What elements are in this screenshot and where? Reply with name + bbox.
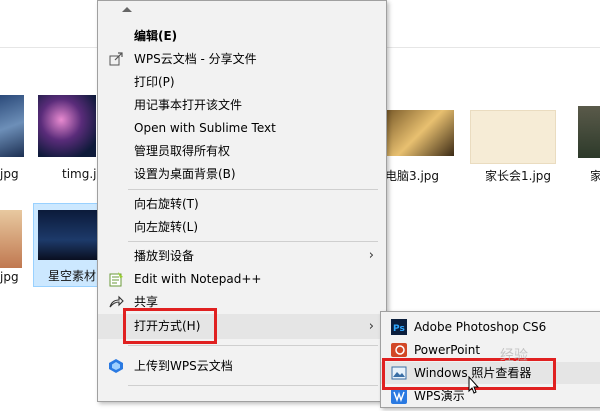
menu-separator (128, 385, 378, 386)
menu-item-open-notepad[interactable]: 用记事本打开该文件 (98, 94, 386, 116)
menu-item-edit[interactable]: 编辑(E) (98, 25, 386, 47)
menu-item-rotate-left[interactable]: 向左旋转(L) (98, 216, 386, 238)
menu-item-rotate-right[interactable]: 向右旋转(T) (98, 193, 386, 215)
menu-item-take-ownership[interactable]: 管理员取得所有权 (98, 140, 386, 162)
menu-item-label: 用记事本打开该文件 (134, 98, 243, 112)
menu-separator (128, 345, 378, 346)
svg-text:Ps: Ps (393, 324, 405, 334)
menu-item-label: Edit with Notepad++ (134, 272, 262, 286)
thumbnail-left-2[interactable] (0, 210, 22, 268)
menu-item-set-wallpaper[interactable]: 设置为桌面背景(B) (98, 163, 386, 185)
share-icon (108, 51, 124, 67)
menu-item-print[interactable]: 打印(P) (98, 71, 386, 93)
menu-item-label: 管理员取得所有权 (134, 144, 231, 158)
file-name[interactable]: 家 (590, 167, 600, 184)
thumbnail-timg[interactable] (38, 95, 96, 157)
menu-item-label: 打印(P) (134, 75, 175, 89)
submenu-arrow-icon: › (368, 319, 374, 334)
menu-item-label: WPS云文档 - 分享文件 (134, 52, 257, 66)
photoshop-icon: Ps (391, 319, 407, 335)
share-arrow-icon (108, 294, 124, 310)
submenu-item-photoshop[interactable]: Ps Adobe Photoshop CS6 (381, 316, 600, 338)
menu-item-label: 播放到设备 (134, 249, 195, 263)
watermark: 经验 (500, 348, 528, 364)
menu-item-label: Open with Sublime Text (134, 121, 276, 135)
thumbnail-parents-meeting[interactable] (470, 110, 556, 164)
wps-show-icon (391, 388, 407, 404)
context-menu: 编辑(E) WPS云文档 - 分享文件 打印(P) 用记事本打开该文件 Open… (97, 0, 387, 402)
menu-item-sublime[interactable]: Open with Sublime Text (98, 117, 386, 139)
file-name[interactable]: jpg (0, 270, 19, 284)
wps-cloud-icon (108, 358, 124, 374)
powerpoint-icon (391, 342, 407, 358)
menu-item-wps-share[interactable]: WPS云文档 - 分享文件 (98, 48, 386, 70)
menu-item-upload-wps[interactable]: 上传到WPS云文档 (98, 355, 386, 377)
menu-item-label: 向右旋转(T) (134, 197, 199, 211)
submenu-item-label: Adobe Photoshop CS6 (414, 320, 547, 334)
menu-item-label: 向左旋转(L) (134, 220, 199, 234)
thumbnail-starry-sky[interactable] (38, 210, 98, 260)
file-name[interactable]: jpg (0, 167, 19, 181)
menu-item-notepadpp[interactable]: Edit with Notepad++ (98, 268, 386, 290)
file-name[interactable]: 星空素材 (48, 267, 96, 284)
menu-item-cast-to-device[interactable]: 播放到设备 › (98, 245, 386, 267)
menu-separator (128, 241, 378, 242)
menu-item-label: 上传到WPS云文档 (134, 359, 233, 373)
highlight-box-open-with (123, 308, 217, 344)
mouse-cursor-icon (468, 375, 480, 394)
menu-item-label: 编辑(E) (134, 29, 178, 43)
notepadpp-icon (108, 271, 124, 287)
file-name[interactable]: 家长会1.jpg (485, 167, 551, 184)
file-name[interactable]: 电脑3.jpg (385, 167, 439, 184)
thumbnail-computer3[interactable] (386, 110, 454, 156)
scroll-up-arrow-icon[interactable] (122, 7, 132, 12)
thumbnail-left-1[interactable] (0, 95, 24, 157)
thumbnail-right-edge[interactable] (578, 106, 600, 158)
menu-item-label: 设置为桌面背景(B) (134, 167, 236, 181)
submenu-arrow-icon: › (368, 248, 374, 263)
menu-separator (128, 189, 378, 190)
